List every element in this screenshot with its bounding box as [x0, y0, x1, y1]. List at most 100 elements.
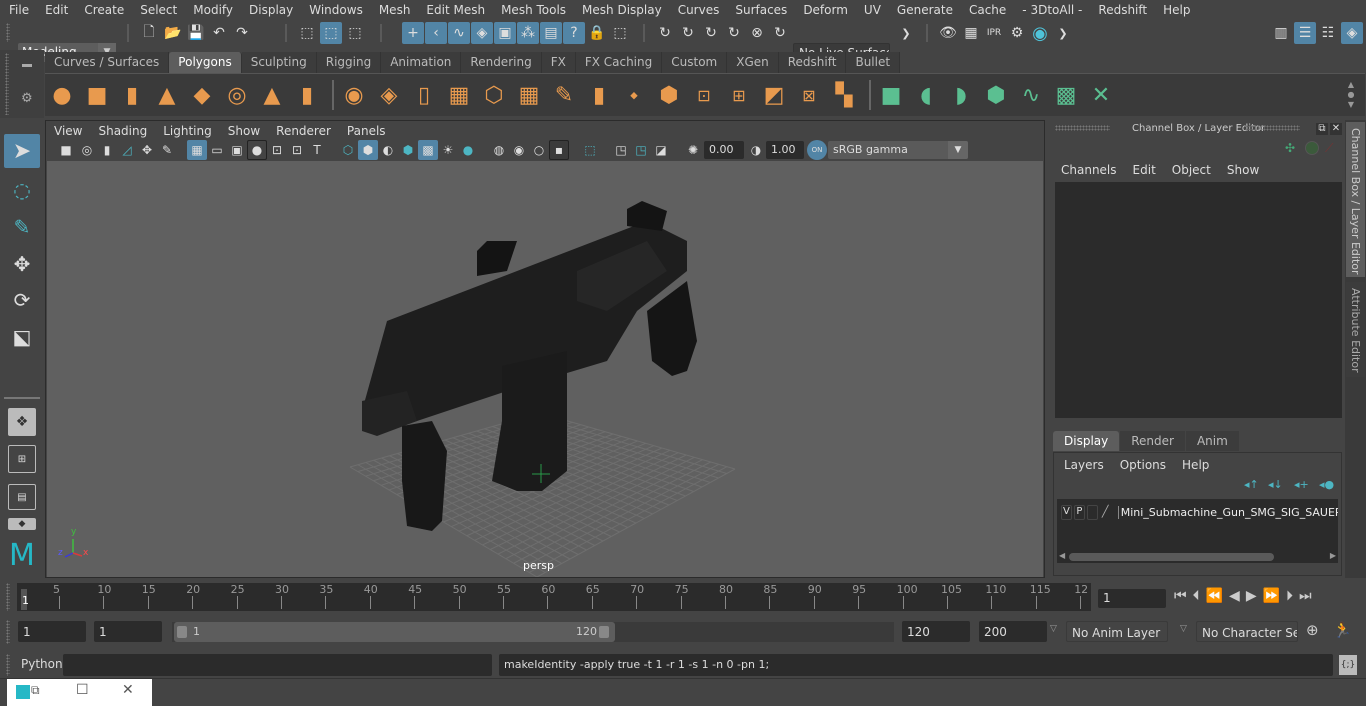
menu-redshift[interactable]: Redshift — [1089, 3, 1154, 17]
collapse-arrow-icon[interactable]: ❯ — [1052, 22, 1074, 44]
shelf-tab-bullet[interactable]: Bullet — [846, 52, 901, 73]
save-scene-icon[interactable]: 💾 — [185, 22, 207, 44]
poly-sphere-icon[interactable]: ● — [49, 82, 75, 108]
help-icon[interactable]: ? — [563, 22, 585, 44]
multi-cut-icon[interactable]: ✎ — [551, 82, 577, 108]
use-all-lights-icon[interactable]: ☀ — [438, 140, 458, 160]
poly-torus-icon[interactable]: ◎ — [224, 82, 250, 108]
script-editor-icon[interactable]: {;} — [1339, 655, 1357, 675]
xray-components-icon[interactable]: ◪ — [651, 140, 671, 160]
layer-menu-options[interactable]: Options — [1120, 458, 1166, 472]
shelf-tab-animation[interactable]: Animation — [381, 52, 462, 73]
smooth-shade-icon[interactable]: ⬢ — [358, 140, 378, 160]
xray-joints-icon[interactable]: ◳ — [631, 140, 651, 160]
close-icon[interactable]: ✕ — [1330, 123, 1342, 135]
planar-uv-icon[interactable]: ■ — [878, 82, 904, 108]
layer-hscrollbar[interactable]: ◀ ▶ — [1057, 551, 1338, 563]
bookmark-icon[interactable]: ▮ — [97, 140, 117, 160]
outliner-persp-layout-icon[interactable]: ▤ — [8, 484, 36, 510]
construction-history-icon[interactable]: ↻ — [677, 22, 699, 44]
select-tool-icon[interactable]: ⬚ — [609, 22, 631, 44]
chevron-down-icon[interactable]: ▽ — [1180, 624, 1187, 634]
pin-icon[interactable]: ⟋ — [1325, 141, 1333, 156]
drag-handle[interactable] — [6, 620, 10, 644]
drag-handle[interactable] — [1245, 125, 1300, 131]
go-to-start-icon[interactable]: ⏮ — [1174, 588, 1187, 604]
paint-select-tool-icon[interactable]: ✎ — [4, 210, 40, 244]
render-current-icon[interactable]: ▦ — [960, 22, 982, 44]
render-view-icon[interactable]: 👁 — [937, 22, 959, 44]
exposure-field[interactable]: 0.00 — [704, 141, 744, 159]
maximize-icon[interactable]: ☐ — [76, 682, 89, 698]
select-tool-icon[interactable]: ➤ — [4, 134, 40, 168]
shelf-scroll[interactable]: ▲ ● ▼ — [1345, 80, 1357, 112]
menu-generate[interactable]: Generate — [888, 3, 960, 17]
viewport-menu-panels[interactable]: Panels — [339, 124, 394, 138]
field-chart-icon[interactable]: ⊡ — [267, 140, 287, 160]
film-gate-icon[interactable]: ▭ — [207, 140, 227, 160]
viewport-menu-view[interactable]: View — [46, 124, 90, 138]
move-layer-up-icon[interactable]: ◂↑ — [1244, 478, 1259, 491]
anti-aliasing-icon[interactable]: ○ — [529, 140, 549, 160]
new-scene-icon[interactable]: 🗋 — [138, 22, 160, 44]
menu-modify[interactable]: Modify — [184, 3, 240, 17]
2d-pan-zoom-icon[interactable]: ✥ — [137, 140, 157, 160]
camera-attributes-icon[interactable]: ◎ — [77, 140, 97, 160]
bridge-icon[interactable]: ⬩ — [621, 82, 647, 108]
gamma-icon[interactable]: ◑ — [746, 140, 766, 160]
isolate-select-icon[interactable]: ⬚ — [580, 140, 600, 160]
poly-cylinder-icon[interactable]: ▮ — [119, 82, 145, 108]
hypershade-icon[interactable]: ◉ — [1029, 22, 1051, 44]
modeling-toolkit-icon[interactable]: ▥ — [1270, 22, 1292, 44]
open-scene-icon[interactable]: 📂 — [162, 22, 184, 44]
lasso-tool-icon[interactable]: ◌ — [4, 173, 40, 207]
merge-icon[interactable]: ⊠ — [796, 82, 822, 108]
step-forward-key-icon[interactable]: ⏩ — [1263, 588, 1280, 604]
single-perspective-layout-icon[interactable]: ❖ — [8, 408, 36, 436]
layer-row[interactable]: V P ╱ Mini_Submachine_Gun_SMG_SIG_SAUER_… — [1057, 503, 1338, 521]
redo-icon[interactable]: ↷ — [231, 22, 253, 44]
viewport-menu-shading[interactable]: Shading — [90, 124, 155, 138]
target-weld-icon[interactable]: ◩ — [761, 82, 787, 108]
smg-model[interactable] — [362, 201, 697, 531]
current-frame-field[interactable]: 1 — [1098, 589, 1166, 608]
mirror-icon[interactable]: ▯ — [411, 82, 437, 108]
animation-start-field[interactable]: 1 — [18, 621, 86, 642]
new-layer-selected-icon[interactable]: ◂● — [1319, 478, 1334, 491]
uv-editor-icon[interactable]: ▩ — [1053, 82, 1079, 108]
menu-create[interactable]: Create — [75, 3, 131, 17]
shelf-tab-redshift[interactable]: Redshift — [778, 52, 847, 73]
shelf-tab-fx[interactable]: FX — [541, 52, 576, 73]
drag-handle[interactable] — [6, 583, 10, 611]
viewport-menu-renderer[interactable]: Renderer — [268, 124, 339, 138]
menu-mesh-display[interactable]: Mesh Display — [573, 3, 669, 17]
cylindrical-uv-icon[interactable]: ◖ — [913, 82, 939, 108]
anim-layer-select[interactable]: No Anim Layer — [1066, 621, 1168, 642]
unfold-uv-icon[interactable]: ✕ — [1088, 82, 1114, 108]
snap-point-icon[interactable]: ∿ — [448, 22, 470, 44]
channel-box-toggle-icon[interactable]: ◈ — [1341, 22, 1363, 44]
render-settings-icon[interactable]: ▤ — [540, 22, 562, 44]
playback-end-field[interactable]: 120 — [902, 621, 970, 642]
new-layer-icon[interactable]: ◂+ — [1294, 478, 1309, 491]
automatic-uv-icon[interactable]: ⬢ — [983, 82, 1009, 108]
poly-cube-icon[interactable]: ■ — [84, 82, 110, 108]
layer-menu-help[interactable]: Help — [1182, 458, 1209, 472]
rotate-tool-icon[interactable]: ⟳ — [4, 283, 40, 317]
graph-persp-layout-icon[interactable]: ◆ — [8, 518, 36, 530]
character-set-select[interactable]: No Character Set — [1196, 621, 1298, 642]
gamma-field[interactable]: 1.00 — [766, 141, 804, 159]
3d-viewport[interactable]: y z x persp — [47, 161, 1043, 577]
menu-edit[interactable]: Edit — [36, 3, 75, 17]
color-space-select[interactable]: sRGB gamma ▼ — [828, 141, 968, 159]
menu-edit-mesh[interactable]: Edit Mesh — [417, 3, 492, 17]
float-panel-icon[interactable]: ⧉ — [1316, 123, 1328, 135]
extrude-icon[interactable]: ▮ — [586, 82, 612, 108]
wireframe-on-shaded-icon[interactable]: ⬢ — [398, 140, 418, 160]
step-back-key-icon[interactable]: ⏪ — [1206, 588, 1223, 604]
move-tool-icon[interactable]: ✥ — [4, 247, 40, 281]
scroll-left-icon[interactable]: ◀ — [1059, 551, 1065, 560]
depth-of-field-icon[interactable]: ▪ — [549, 140, 569, 160]
minimized-window[interactable]: ⧉ ☐ ✕ — [7, 679, 152, 706]
ipr-render-icon[interactable]: IPR — [983, 22, 1005, 44]
